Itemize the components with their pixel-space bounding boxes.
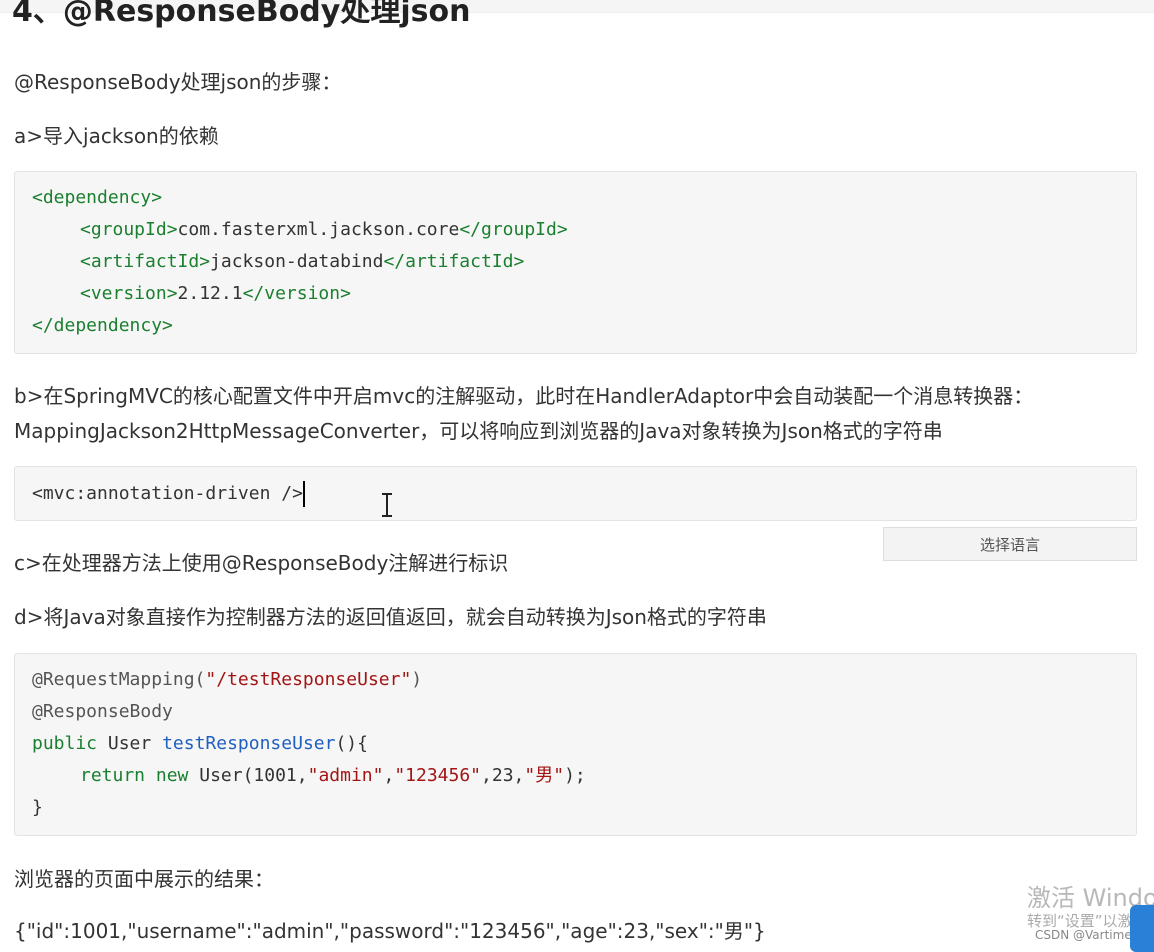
code-line: <artifactId>jackson-databind</artifactId… (80, 251, 525, 272)
code-line: return new User(1001,"admin","123456",23… (80, 765, 586, 786)
ibeam-cursor-icon (381, 492, 393, 518)
csdn-credit: CSDN @Vartimes (1035, 928, 1138, 942)
json-result: {"id":1001,"username":"admin","password"… (14, 919, 766, 943)
code-line: </dependency> (32, 315, 173, 336)
code-line: <dependency> (32, 187, 163, 208)
step-b-line2: MappingJackson2HttpMessageConverter，可以将响… (14, 419, 943, 443)
steps-intro: @ResponseBody处理json的步骤： (14, 70, 342, 94)
code-line: } (32, 797, 43, 818)
code-line: <groupId>com.fasterxml.jackson.core</gro… (80, 219, 568, 240)
select-language-button[interactable]: 选择语言 (883, 527, 1137, 561)
section-heading: 4、@ResponseBody处理json (12, 0, 471, 29)
code-block-dependency[interactable]: <dependency> <groupId>com.fasterxml.jack… (14, 171, 1137, 354)
code-line: @RequestMapping("/testResponseUser") (32, 669, 423, 690)
taskbar-app-icon[interactable] (1130, 905, 1154, 952)
code-block-controller[interactable]: @RequestMapping("/testResponseUser") @Re… (14, 653, 1137, 836)
result-caption: 浏览器的页面中展示的结果： (14, 867, 274, 891)
text-caret (302, 481, 305, 507)
code-line: <mvc:annotation-driven /> (32, 479, 305, 509)
code-line: public User testResponseUser(){ (32, 733, 368, 754)
code-line: <version>2.12.1</version> (80, 283, 351, 304)
code-line: @ResponseBody (32, 701, 173, 722)
step-c: c>在处理器方法上使用@ResponseBody注解进行标识 (14, 551, 509, 575)
code-block-annotation-driven[interactable]: <mvc:annotation-driven /> (14, 466, 1137, 521)
step-d: d>将Java对象直接作为控制器方法的返回值返回，就会自动转换为Json格式的字… (14, 605, 767, 629)
step-a: a>导入jackson的依赖 (14, 124, 219, 148)
step-b-line1: b>在SpringMVC的核心配置文件中开启mvc的注解驱动，此时在Handle… (14, 384, 1034, 408)
